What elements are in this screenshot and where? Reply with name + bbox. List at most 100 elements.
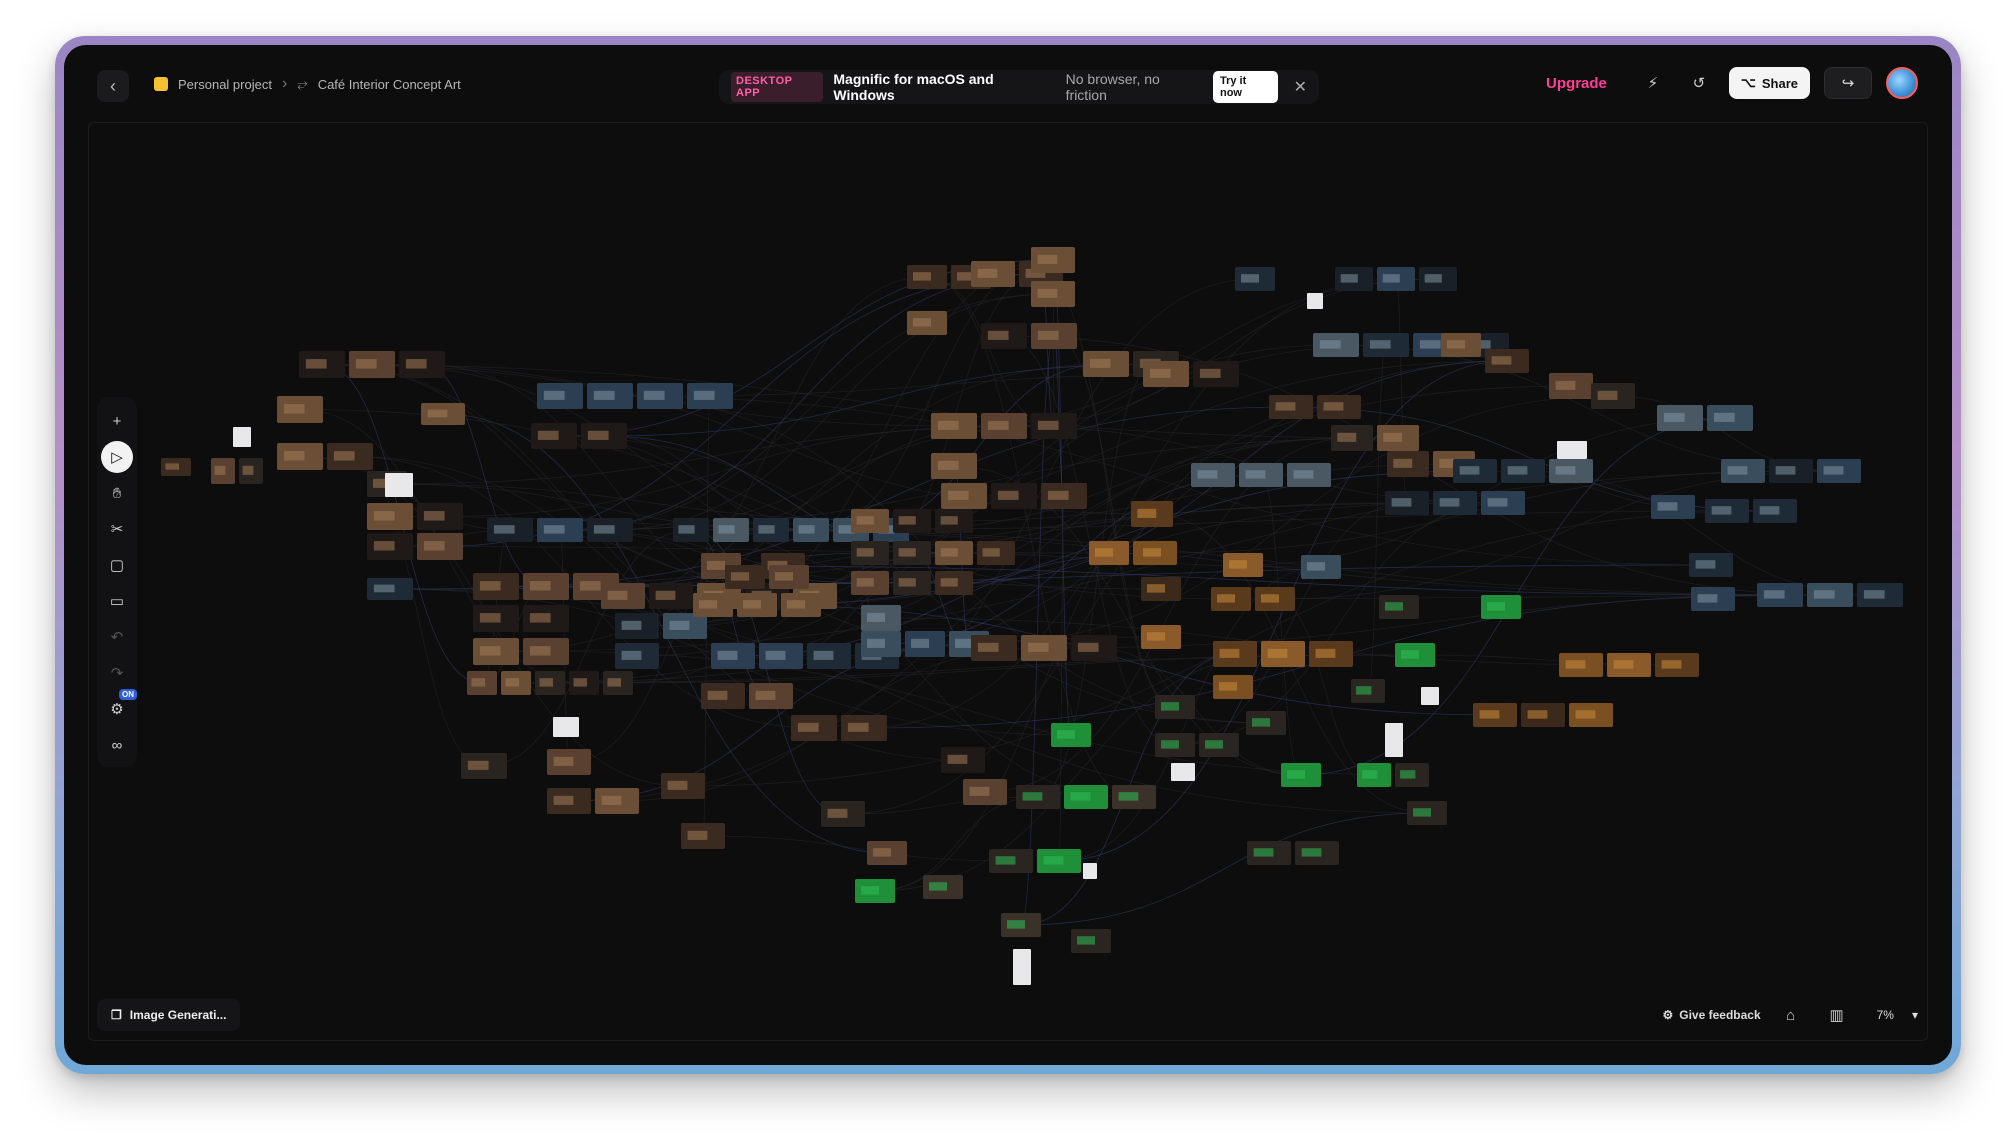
image-node[interactable] [1143, 361, 1189, 387]
image-node[interactable] [931, 453, 977, 479]
image-node[interactable] [769, 565, 809, 589]
image-node[interactable] [1155, 695, 1195, 719]
image-node[interactable] [1199, 733, 1239, 757]
upgrade-link[interactable]: Upgrade [1546, 75, 1607, 92]
document-node[interactable] [553, 717, 579, 737]
image-node[interactable] [637, 383, 683, 409]
image-node[interactable] [1377, 425, 1419, 451]
image-node[interactable] [1501, 459, 1545, 483]
image-node[interactable] [1387, 451, 1429, 477]
image-node[interactable] [807, 643, 851, 669]
hand-icon[interactable]: ✋︎ [101, 477, 133, 509]
history-icon[interactable]: ↺ [1683, 67, 1715, 99]
image-node[interactable] [1313, 333, 1359, 357]
try-it-now-button[interactable]: Try it now [1212, 71, 1278, 103]
image-node[interactable] [1569, 703, 1613, 727]
node-graph[interactable] [89, 123, 1928, 1041]
image-node[interactable] [523, 573, 569, 600]
image-node[interactable] [1246, 711, 1286, 735]
image-node[interactable] [981, 323, 1027, 349]
redo-icon[interactable]: ↷ [101, 657, 133, 689]
play-icon[interactable]: ▷ [101, 441, 133, 473]
image-node[interactable] [1395, 643, 1435, 667]
image-node[interactable] [1051, 723, 1091, 747]
avatar[interactable] [1886, 67, 1918, 99]
image-node[interactable] [487, 518, 533, 542]
image-node[interactable] [1335, 267, 1373, 291]
image-node[interactable] [1395, 763, 1429, 787]
image-node[interactable] [893, 571, 931, 595]
image-node[interactable] [893, 509, 931, 533]
image-node[interactable] [1031, 413, 1077, 439]
image-node[interactable] [1131, 501, 1173, 527]
image-node[interactable] [1317, 395, 1361, 419]
image-node[interactable] [1357, 763, 1391, 787]
image-node[interactable] [1769, 459, 1813, 483]
image-node[interactable] [1213, 641, 1257, 667]
node-canvas[interactable] [88, 122, 1928, 1041]
image-node[interactable] [1037, 849, 1081, 873]
image-node[interactable] [501, 671, 531, 695]
image-node[interactable] [277, 396, 323, 423]
image-node[interactable] [1707, 405, 1753, 431]
document-node[interactable] [1385, 723, 1403, 757]
image-node[interactable] [367, 533, 413, 560]
document-node[interactable] [1171, 763, 1195, 781]
image-node[interactable] [737, 593, 777, 617]
image-node[interactable] [239, 458, 263, 484]
share-button[interactable]: ⌥ Share [1728, 67, 1810, 99]
document-node[interactable] [1013, 949, 1031, 985]
image-node[interactable] [531, 423, 577, 449]
image-node[interactable] [535, 671, 565, 695]
image-node[interactable] [417, 503, 463, 530]
image-node[interactable] [923, 875, 963, 899]
image-node[interactable] [1155, 733, 1195, 757]
image-node[interactable] [1031, 281, 1075, 307]
frame-icon[interactable]: ▢ [101, 549, 133, 581]
image-node[interactable] [701, 683, 745, 709]
image-node[interactable] [687, 383, 733, 409]
image-node[interactable] [1016, 785, 1060, 809]
scissors-icon[interactable]: ✂︎ [101, 513, 133, 545]
plus-icon[interactable]: + [101, 405, 133, 437]
image-node[interactable] [1071, 929, 1111, 953]
image-node[interactable] [1064, 785, 1108, 809]
image-node[interactable] [781, 593, 821, 617]
image-node[interactable] [537, 383, 583, 409]
image-node[interactable] [1817, 459, 1861, 483]
image-node[interactable] [1255, 587, 1295, 611]
breadcrumb-project[interactable]: Personal project [178, 77, 272, 92]
image-node[interactable] [1377, 267, 1415, 291]
image-node[interactable] [277, 443, 323, 470]
image-node[interactable] [547, 749, 591, 775]
image-generation-node-button[interactable]: ❐ Image Generati... [97, 999, 241, 1031]
image-node[interactable] [1239, 463, 1283, 487]
image-node[interactable] [1191, 463, 1235, 487]
image-node[interactable] [1657, 405, 1703, 431]
image-node[interactable] [867, 841, 907, 865]
image-node[interactable] [211, 458, 235, 484]
breadcrumb-board[interactable]: Café Interior Concept Art [318, 77, 461, 92]
image-node[interactable] [1041, 483, 1087, 509]
image-node[interactable] [971, 635, 1017, 661]
image-node[interactable] [1379, 595, 1419, 619]
image-node[interactable] [971, 261, 1015, 287]
image-node[interactable] [587, 518, 633, 542]
image-node[interactable] [1021, 635, 1067, 661]
image-node[interactable] [1655, 653, 1699, 677]
image-node[interactable] [931, 413, 977, 439]
lightning-icon[interactable]: ⚡︎ [1637, 67, 1669, 99]
image-node[interactable] [673, 518, 709, 542]
image-node[interactable] [821, 801, 865, 827]
image-node[interactable] [1419, 267, 1457, 291]
infinity-icon[interactable]: ∞ [101, 729, 133, 761]
settings-icon[interactable]: ⚙︎ ON [101, 689, 137, 725]
image-node[interactable] [615, 613, 659, 639]
image-node[interactable] [327, 443, 373, 470]
image-node[interactable] [941, 483, 987, 509]
image-node[interactable] [861, 605, 901, 631]
image-node[interactable] [1607, 653, 1651, 677]
image-node[interactable] [851, 541, 889, 565]
image-node[interactable] [1721, 459, 1765, 483]
image-node[interactable] [1753, 499, 1797, 523]
